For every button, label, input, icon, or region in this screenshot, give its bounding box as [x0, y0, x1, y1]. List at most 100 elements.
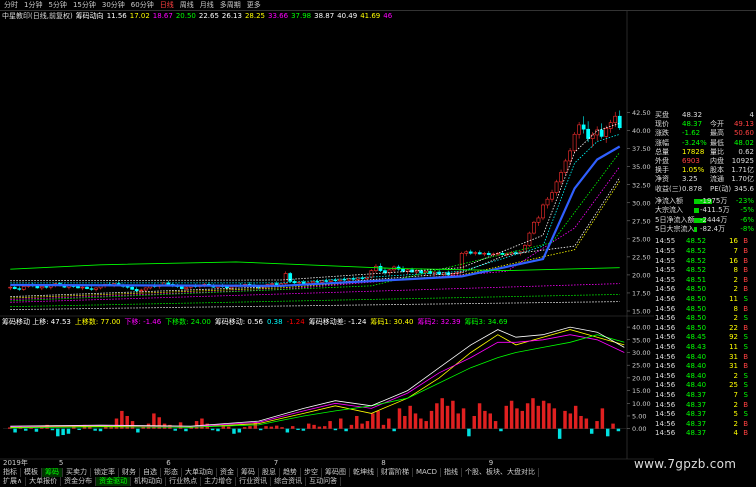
quote-row: 现价 48.37 今开 49.13 — [654, 120, 756, 129]
bottom-row3-tab-0[interactable]: 扩展∧ — [0, 477, 27, 486]
bottom-row2-tab-2[interactable]: 筹码 — [42, 468, 63, 477]
bottom-row2-tab-12[interactable]: 趋势 — [280, 468, 301, 477]
flow-value: -1975万 — [700, 196, 728, 205]
bottom-row3-tab-6[interactable]: 主力增仓 — [201, 477, 237, 486]
bottom-row1-tab-3: 7 — [273, 459, 279, 467]
bottom-row2-tab-3[interactable]: 买卖力 — [63, 468, 91, 477]
chip-move-bar — [360, 423, 364, 429]
period-tab-1[interactable]: 1分钟 — [22, 0, 44, 10]
tick-side: B — [743, 247, 748, 255]
tick-row: 14:56 48.40 25 S — [654, 381, 756, 391]
tick-volume: 16 — [729, 237, 738, 246]
chip-move-bar — [280, 427, 284, 429]
ind-tick-label: 20.00 — [632, 374, 651, 382]
bottom-row2-tab-19[interactable]: 个股、板块、大盘对比 — [462, 468, 539, 477]
tick-side: B — [743, 304, 748, 313]
bottom-row2-tab-15[interactable]: 乾坤线 — [350, 468, 378, 477]
bottom-row3-tab-8[interactable]: 综合资讯 — [271, 477, 307, 486]
ind-tick-label: 0.00 — [632, 425, 646, 433]
tick-side: S — [743, 410, 748, 419]
candle — [554, 181, 559, 193]
bottom-row3-tab-4[interactable]: 机构动向 — [131, 477, 167, 486]
bottom-row2-tab-10[interactable]: 筹码 — [238, 468, 259, 477]
price-chart[interactable]: 42.50 40.00 37.50 35.00 32.50 30.00 27.50 25.00… — [0, 11, 654, 470]
bottom-row2-tab-8[interactable]: 大单动向 — [182, 468, 217, 477]
chip-move-bar — [184, 428, 188, 432]
candle — [80, 286, 85, 289]
tick-row: 14:56 48.37 5 S — [654, 410, 756, 420]
chip-move-bar — [93, 428, 97, 431]
period-tab-4[interactable]: 30分钟 — [100, 0, 127, 10]
quote-value: -3.24% — [682, 138, 707, 147]
tick-time: 14:56 — [655, 410, 676, 419]
ind-tick-label: 40.00 — [632, 324, 651, 332]
tick-side: S — [743, 381, 748, 390]
chip-line — [10, 301, 620, 310]
period-tab-8[interactable]: 月线 — [198, 0, 216, 10]
period-tab-0[interactable]: 分时 — [2, 0, 20, 10]
bottom-row2-tab-18[interactable]: 指线 — [441, 468, 462, 477]
bottom-row3-tab-2[interactable]: 资金分布 — [61, 477, 97, 486]
tick-time: 14:56 — [655, 362, 676, 371]
period-tab-9[interactable]: 多周期 — [218, 0, 243, 10]
bottom-row2-tab-6[interactable]: 自选 — [140, 468, 161, 477]
candle — [342, 278, 347, 281]
period-tab-10[interactable]: 更多 — [245, 0, 263, 10]
bottom-row2-tab-1[interactable]: 模板 — [21, 468, 42, 477]
candle — [477, 252, 482, 255]
quote-label: 涨跌 — [655, 129, 669, 138]
price-tick-label: 40.00 — [632, 127, 651, 135]
candle — [85, 286, 89, 289]
price-tick-label: 35.00 — [632, 163, 651, 171]
bottom-row2-tab-9[interactable]: 资金 — [217, 468, 238, 477]
quote-value: 4 — [749, 111, 754, 119]
candle — [613, 115, 618, 124]
tick-time: 14:56 — [655, 343, 676, 351]
candle — [572, 133, 577, 152]
candle — [595, 129, 600, 136]
bottom-row3-tab-3[interactable]: 资金驱动 — [96, 477, 132, 486]
quote-value: 50.60 — [733, 129, 754, 138]
chip-move-bar — [611, 423, 615, 429]
bottom-row2-tab-7[interactable]: 形态 — [161, 468, 182, 477]
chip-move-bar — [344, 428, 348, 432]
tick-volume: 31 — [729, 352, 738, 361]
bottom-row3-tab-9[interactable]: 互动问答 — [306, 477, 342, 486]
quote-value: 48.02 — [733, 138, 754, 147]
tick-row: 14:56 48.50 8 B — [654, 305, 756, 315]
period-tab-7[interactable]: 周线 — [178, 0, 196, 10]
chip-move-bar — [274, 425, 279, 429]
tick-price: 48.50 — [686, 295, 707, 303]
bottom-row2-tab-4[interactable]: 锁定率 — [91, 468, 119, 477]
bottom-row2-tab-14[interactable]: 筹码图 — [322, 468, 350, 477]
period-tab-5[interactable]: 60分钟 — [129, 0, 156, 10]
tick-side: B — [743, 237, 748, 246]
chip-line — [10, 152, 621, 302]
tick-price: 48.51 — [686, 275, 707, 284]
price-tick-label: 27.50 — [632, 217, 651, 225]
bottom-row2-tab-5[interactable]: 财务 — [119, 468, 140, 477]
bottom-row2-tab-0[interactable]: 指标 — [0, 468, 21, 477]
tick-volume: 7 — [733, 391, 738, 399]
bottom-row2-tab-13[interactable]: 步空 — [301, 468, 322, 477]
tick-volume: 2 — [733, 314, 738, 323]
chip-move-bar — [98, 428, 103, 432]
period-tab-2[interactable]: 5分钟 — [46, 0, 68, 10]
bottom-row3-tab-5[interactable]: 行业热点 — [166, 477, 202, 486]
extension-tabs-row: 扩展∧ 大单报价 资金分布 资金驱动 机构动向 行业热点 主力增仓 行业资讯 综合资讯 互动问答 — [0, 477, 627, 486]
tick-side: B — [743, 285, 748, 294]
period-tab-3[interactable]: 15分钟 — [71, 0, 98, 10]
bottom-row2-tab-16[interactable]: 财富阶梯 — [378, 468, 413, 477]
period-tab-6[interactable]: 日线 — [158, 0, 176, 10]
chip-move-bar — [563, 410, 567, 429]
chip-move-bar — [264, 426, 268, 429]
bottom-row3-tab-7[interactable]: 行业资讯 — [236, 477, 272, 486]
tick-price: 48.45 — [686, 333, 707, 342]
chip-move-bar — [509, 400, 514, 429]
bottom-row2-tab-11[interactable]: 股息 — [259, 468, 280, 477]
candle — [577, 124, 581, 135]
bottom-row2-tab-17[interactable]: MACD — [413, 468, 441, 477]
bottom-row3-tab-1[interactable]: 大单报价 — [26, 477, 62, 486]
tick-time: 14:56 — [655, 371, 676, 380]
flow-bar — [694, 227, 698, 232]
